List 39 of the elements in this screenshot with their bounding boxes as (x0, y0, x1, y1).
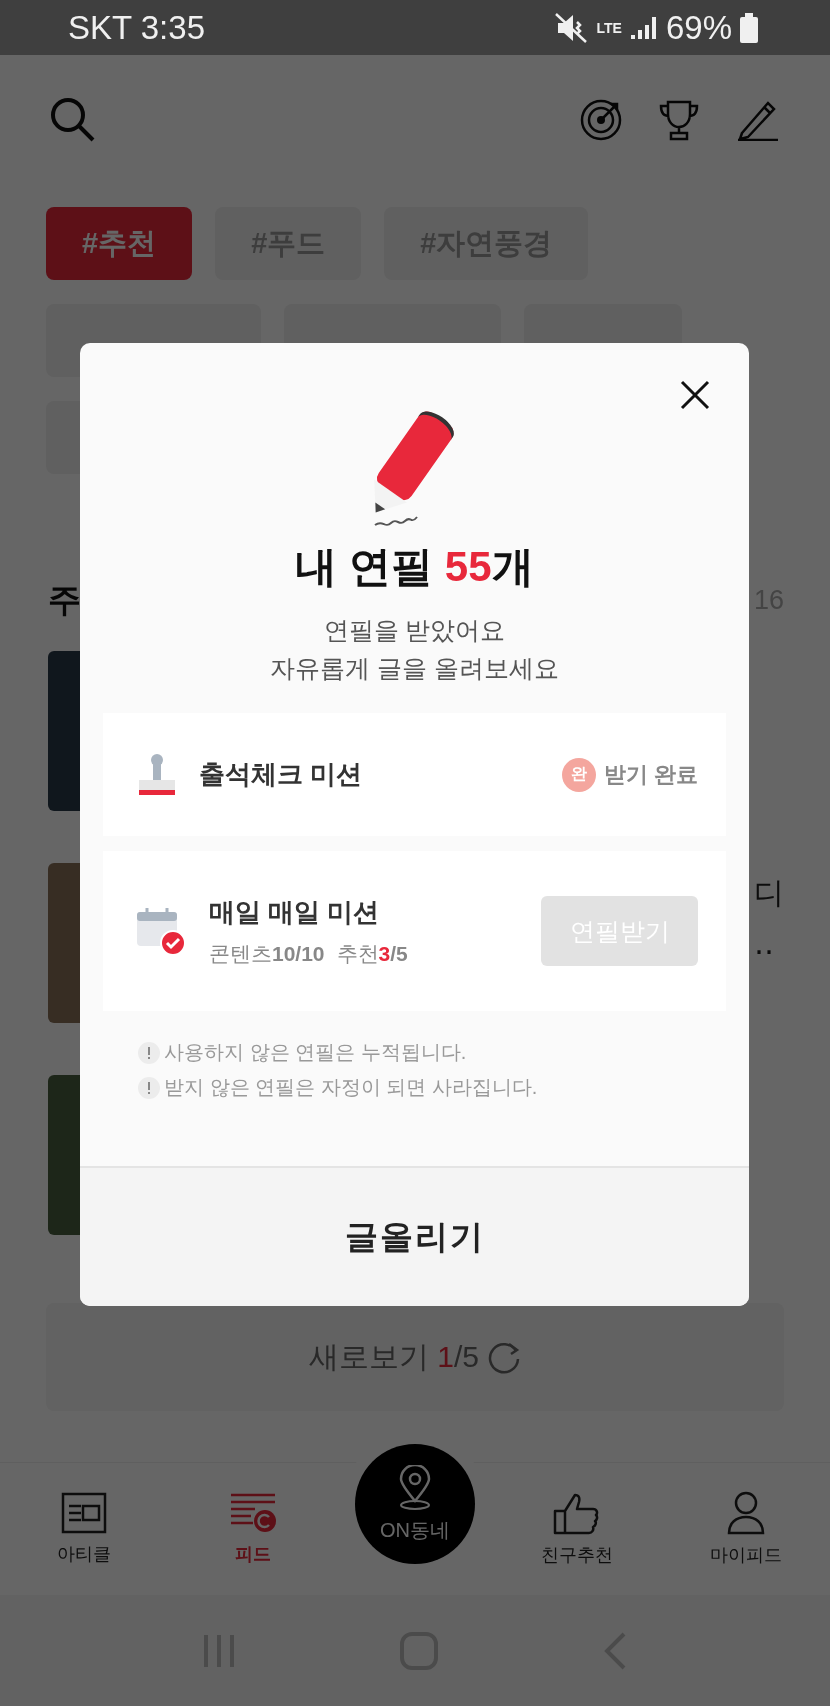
complete-badge: 완 (561, 757, 596, 792)
mute-icon (554, 12, 589, 43)
target-icon (580, 99, 622, 141)
notice-text: 사용하지 않은 연필은 누적됩니다. (164, 1040, 467, 1065)
refresh-icon (487, 1340, 522, 1374)
feed-icon (228, 1492, 277, 1534)
mission-title: 출석체크 미션 (199, 758, 363, 791)
signal-icon (629, 14, 658, 41)
mission-status: 받기 완료 (603, 760, 698, 789)
feed-title: 디 (754, 875, 784, 911)
map-pin-icon (397, 1464, 433, 1511)
notice-icon (138, 1041, 160, 1064)
nav-tab[interactable]: 피드 (168, 1491, 337, 1567)
write-post-button[interactable]: 글올리기 (80, 1166, 749, 1306)
battery-level: 69% (665, 8, 732, 47)
pencil-icon (736, 99, 780, 141)
calendar-check-icon (137, 906, 187, 956)
mission-progress: 추천3/5 (336, 940, 408, 967)
stamp-icon (137, 751, 177, 798)
nav-tab[interactable]: 마이피드 (661, 1490, 830, 1568)
nav-tab[interactable]: 아티클 (0, 1491, 169, 1567)
search-icon (50, 97, 96, 143)
notice-text: 받지 않은 연필은 자정이 되면 사라집니다. (164, 1075, 538, 1100)
network-type: LTE (596, 20, 622, 35)
notice-icon (138, 1076, 160, 1099)
nav-tab[interactable]: 친구추천 (493, 1490, 662, 1568)
battery-icon (740, 12, 758, 43)
pencil-count-title: 내 연필 55개 (295, 542, 534, 592)
mission-title: 매일 매일 미션 (209, 895, 381, 929)
pencil-message: 연필을 받았어요 자유롭게 글을 올려보세요 (270, 615, 559, 684)
feed-text: ‥ (754, 926, 776, 961)
mission-progress: 콘텐츠10/10 (209, 940, 325, 967)
refresh-button[interactable]: 새로보기 1/5 (46, 1303, 784, 1411)
carrier-time: SKT 3:35 (68, 8, 205, 47)
hashtag-chip[interactable]: #추천 (46, 207, 193, 280)
person-icon (725, 1491, 766, 1535)
section-title: 주 (48, 580, 81, 620)
trophy-icon (658, 99, 700, 141)
newspaper-icon (61, 1492, 108, 1534)
